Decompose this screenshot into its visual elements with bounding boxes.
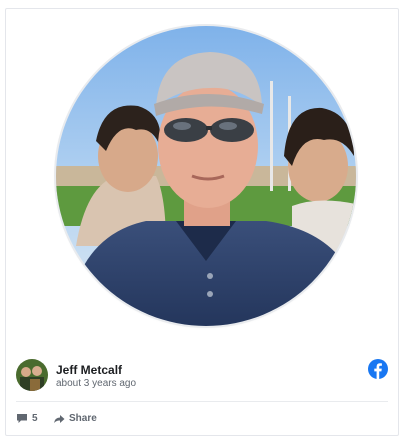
facebook-icon[interactable]: [368, 359, 388, 379]
author-avatar[interactable]: [16, 359, 48, 391]
share-button[interactable]: Share: [53, 409, 97, 427]
post-author-row: Jeff Metcalf about 3 years ago: [16, 359, 388, 393]
share-label: Share: [69, 412, 97, 424]
selfie-image: [56, 26, 356, 326]
post-actions: 5 Share: [16, 409, 388, 429]
comment-icon: [16, 413, 28, 424]
comment-count: 5: [32, 412, 38, 424]
avatar-image: [16, 359, 48, 391]
post-timestamp[interactable]: about 3 years ago: [56, 378, 136, 389]
social-post-card: Jeff Metcalf about 3 years ago 5 Share: [5, 8, 399, 436]
share-arrow-icon: [53, 413, 65, 424]
author-name[interactable]: Jeff Metcalf: [56, 363, 122, 377]
divider: [16, 401, 388, 402]
comments-button[interactable]: 5: [16, 409, 38, 427]
post-photo[interactable]: [56, 26, 356, 326]
